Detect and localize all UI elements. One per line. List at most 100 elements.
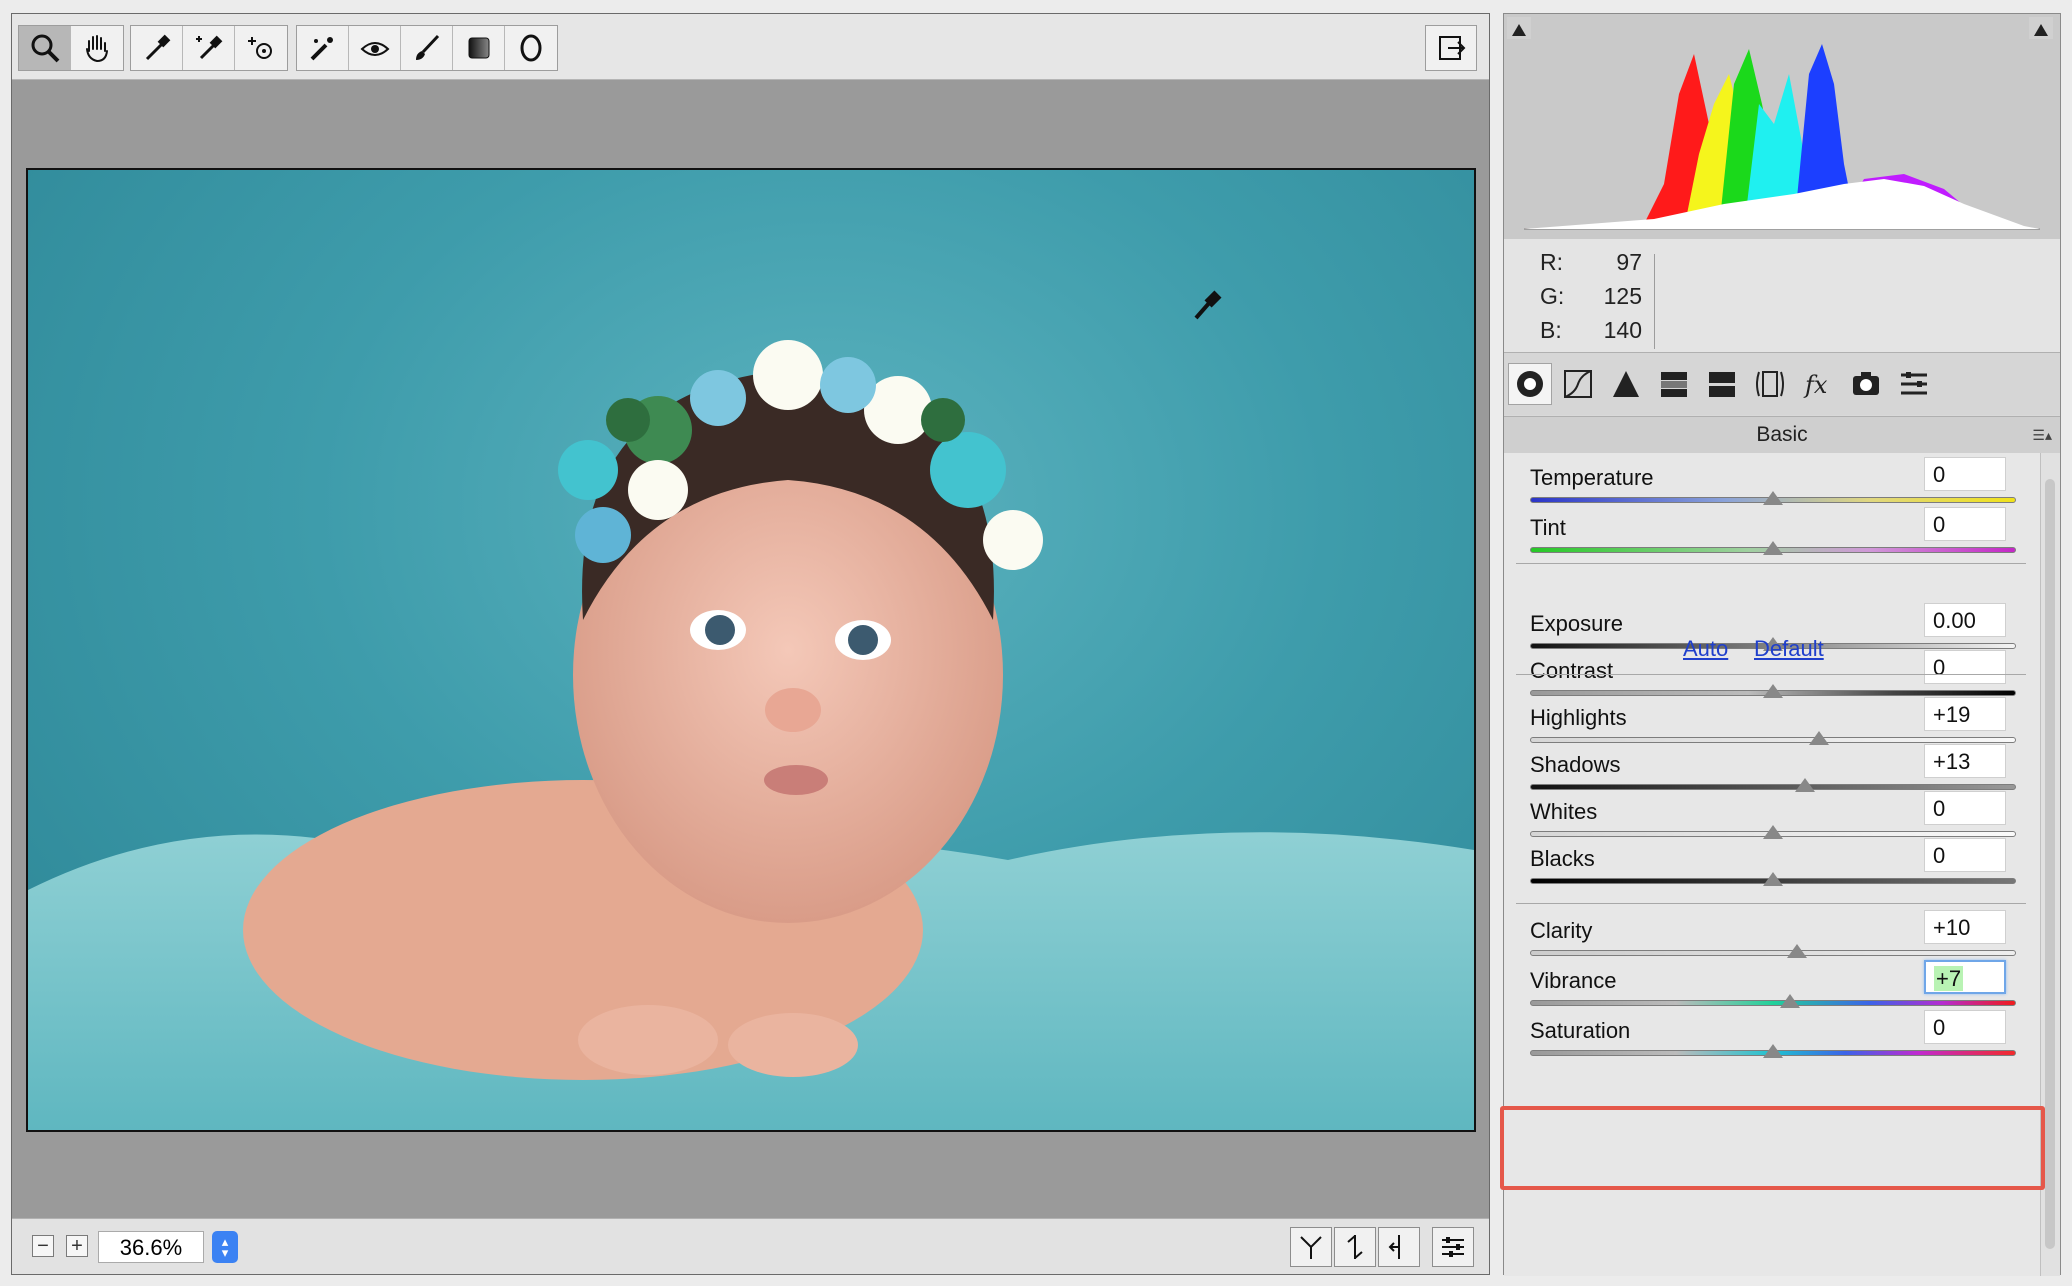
preview-preferences-button[interactable] [1432,1227,1474,1267]
photo-preview[interactable] [26,168,1476,1132]
copy-arrow-icon [1384,1232,1414,1262]
tint-slider-thumb[interactable] [1763,541,1783,555]
scrollbar-thumb[interactable] [2045,479,2055,1249]
vibrance-highlight-box [1500,1106,2045,1190]
blacks-slider-row: Blacks0 [1530,846,2020,908]
white-balance-icon [140,31,174,65]
swap-icon [1340,1232,1370,1262]
split-toning-tab-icon [1705,367,1739,401]
tab-basic[interactable] [1508,363,1552,405]
baby-photo-image [28,170,1474,1130]
targeted-adjustment-icon [244,31,278,65]
tab-presets[interactable] [1892,363,1936,405]
radial-filter-button[interactable] [505,26,557,70]
panel-menu-icon[interactable]: ☰▴ [2032,417,2052,453]
svg-text:fx: fx [1803,371,1828,399]
zoom-level-field[interactable]: 36.6% [98,1231,204,1263]
shadows-slider-thumb[interactable] [1795,778,1815,792]
zoom-in-button[interactable]: + [66,1235,88,1257]
whites-label: Whites [1530,799,1597,825]
highlights-value-field[interactable]: +19 [1924,697,2006,731]
status-bar: − + 36.6% ▴▾ [12,1218,1489,1274]
red-eye-button[interactable] [349,26,401,70]
hand-tool-icon [80,31,114,65]
shadows-value-text: +13 [1933,749,1970,774]
adjustment-brush-button[interactable] [401,26,453,70]
hand-tool-button[interactable] [71,26,123,70]
tab-tone-curve[interactable] [1556,363,1600,405]
before-after-button[interactable] [1290,1227,1332,1267]
clarity-value-field[interactable]: +10 [1924,910,2006,944]
tab-camera-calibration[interactable] [1844,363,1888,405]
vibrance-value-field[interactable]: +7 [1924,960,2006,994]
clarity-slider-track[interactable] [1530,950,2016,956]
zoom-stepper[interactable]: ▴▾ [212,1231,238,1263]
temperature-value-field[interactable]: 0 [1924,457,2006,491]
swap-settings-button[interactable] [1334,1227,1376,1267]
default-link[interactable]: Default [1754,636,1824,662]
vibrance-slider-thumb[interactable] [1780,994,1800,1008]
copy-settings-button[interactable] [1378,1227,1420,1267]
effects-tab-icon: fx [1801,367,1835,401]
navigation-tools [18,25,124,71]
tab-split-toning[interactable] [1700,363,1744,405]
tab-lens-corrections[interactable] [1748,363,1792,405]
section-divider [1516,563,2026,564]
graduated-filter-icon [462,31,496,65]
eyedropper-cursor [1196,291,1221,318]
whites-slider-thumb[interactable] [1763,825,1783,839]
spot-removal-icon [306,31,340,65]
saturation-label: Saturation [1530,1018,1630,1044]
saturation-slider-row: Saturation0 [1530,1018,2020,1080]
auto-link[interactable]: Auto [1683,636,1728,662]
highlights-value-text: +19 [1933,702,1970,727]
chevron-down-icon: ▾ [222,1247,229,1258]
contrast-slider-thumb[interactable] [1763,684,1783,698]
blacks-slider-thumb[interactable] [1763,872,1783,886]
adjustments-sidebar: R:97 G:125 B:140 fx Basic ☰▴ Temperature… [1503,13,2061,1275]
presets-tab-icon [1897,367,1931,401]
whites-value-field[interactable]: 0 [1924,791,2006,825]
zoom-out-button[interactable]: − [32,1235,54,1257]
saturation-value-field[interactable]: 0 [1924,1010,2006,1044]
contrast-label: Contrast [1530,658,1613,684]
clarity-slider-thumb[interactable] [1787,944,1807,958]
graduated-filter-button[interactable] [453,26,505,70]
white-balance-button[interactable] [131,26,183,70]
contrast-value-text: 0 [1933,655,1945,680]
color-sampler-button[interactable] [183,26,235,70]
tint-slider-row: Tint0 [1530,515,2020,577]
blacks-value-field[interactable]: 0 [1924,838,2006,872]
targeted-adjustment-button[interactable] [235,26,287,70]
temperature-slider-thumb[interactable] [1763,491,1783,505]
shadows-slider-track[interactable] [1530,784,2016,790]
toggle-fullscreen-button[interactable] [1425,25,1477,71]
sampling-tools [130,25,288,71]
vibrance-slider-track[interactable] [1530,1000,2016,1006]
tool-bar [12,14,1489,80]
contrast-value-field[interactable]: 0 [1924,650,2006,684]
shadows-value-field[interactable]: +13 [1924,744,2006,778]
tint-value-field[interactable]: 0 [1924,507,2006,541]
panel-tabs: fx [1504,352,2060,415]
retouch-tools [296,25,558,71]
shadows-label: Shadows [1530,752,1621,778]
spot-removal-button[interactable] [297,26,349,70]
clarity-label: Clarity [1530,918,1592,944]
red-eye-icon [358,31,392,65]
saturation-slider-thumb[interactable] [1763,1044,1783,1058]
exposure-value-text: 0.00 [1933,608,1976,633]
exposure-value-field[interactable]: 0.00 [1924,603,2006,637]
readout-divider [1654,254,1655,349]
zoom-tool-button[interactable] [19,26,71,70]
radial-filter-icon [514,31,548,65]
tab-hsl[interactable] [1652,363,1696,405]
highlights-slider-track[interactable] [1530,737,2016,743]
tab-effects[interactable]: fx [1796,363,1840,405]
tab-detail[interactable] [1604,363,1648,405]
whites-value-text: 0 [1933,796,1945,821]
hsl-tab-icon [1657,367,1691,401]
highlights-slider-thumb[interactable] [1809,731,1829,745]
section-divider [1516,903,2026,904]
clarity-value-text: +10 [1933,915,1970,940]
